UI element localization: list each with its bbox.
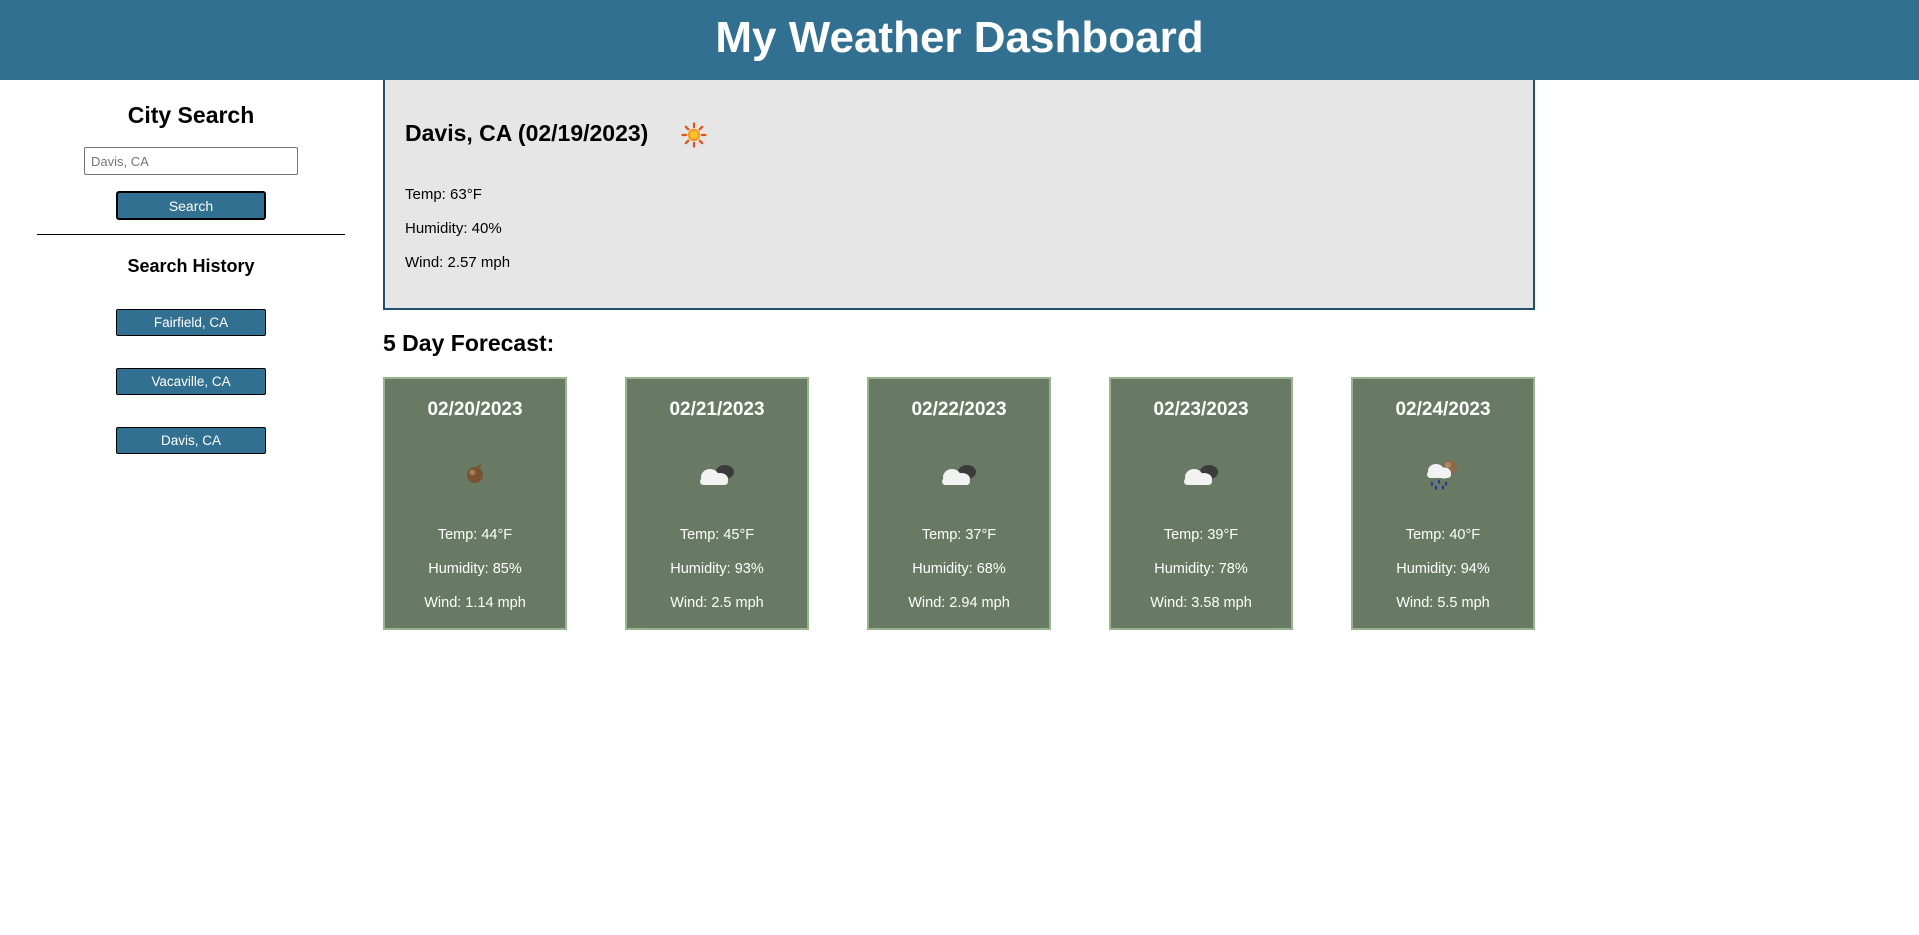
current-humidity: Humidity: 40%: [405, 220, 502, 237]
sun-icon: [681, 122, 707, 148]
city-search-input[interactable]: [84, 147, 298, 175]
forecast-date: 02/24/2023: [1395, 399, 1491, 420]
forecast-title: 5 Day Forecast:: [383, 330, 555, 356]
cloud-icon: [700, 465, 734, 485]
forecast-date: 02/21/2023: [669, 399, 765, 420]
forecast-date: 02/22/2023: [911, 399, 1007, 420]
forecast-card: 02/24/2023 Temp: 40°F Humidity: 94% Wind…: [1351, 377, 1535, 630]
history-button-davis[interactable]: Davis, CA: [116, 427, 266, 454]
current-city-date: Davis, CA (02/19/2023): [405, 120, 649, 146]
forecast-humidity: Humidity: 68%: [912, 561, 1006, 577]
sidebar-divider: [37, 234, 345, 235]
search-button[interactable]: Search: [116, 191, 266, 220]
forecast-wind: Wind: 2.94 mph: [908, 595, 1010, 611]
history-button-vacaville[interactable]: Vacaville, CA: [116, 368, 266, 395]
page-title: My Weather Dashboard: [715, 13, 1204, 62]
forecast-card: 02/22/2023 Temp: 37°F Humidity: 68% Wind…: [867, 377, 1051, 630]
forecast-humidity: Humidity: 93%: [670, 561, 764, 577]
forecast-temp: Temp: 37°F: [921, 527, 997, 543]
history-button-fairfield[interactable]: Fairfield, CA: [116, 309, 266, 336]
forecast-card: 02/21/2023 Temp: 45°F Humidity: 93% Wind…: [625, 377, 809, 630]
forecast-temp: Temp: 44°F: [437, 527, 513, 543]
forecast-temp: Temp: 45°F: [679, 527, 755, 543]
forecast-temp: Temp: 39°F: [1163, 527, 1239, 543]
current-wind: Wind: 2.57 mph: [405, 254, 511, 271]
forecast-humidity: Humidity: 85%: [428, 561, 522, 577]
current-weather-panel: Davis, CA (02/19/2023) Temp: 63°F Humidi…: [383, 80, 1535, 310]
forecast-humidity: Humidity: 94%: [1396, 561, 1490, 577]
forecast-card: 02/23/2023 Temp: 39°F Humidity: 78% Wind…: [1109, 377, 1293, 630]
forecast-date: 02/23/2023: [1153, 399, 1249, 420]
forecast-date: 02/20/2023: [427, 399, 523, 420]
forecast-wind: Wind: 2.5 mph: [670, 595, 764, 611]
forecast-card: 02/20/2023 Temp: 44°F Humidity: 85% Wind…: [383, 377, 567, 630]
forecast-humidity: Humidity: 78%: [1154, 561, 1248, 577]
cloud-icon: [942, 465, 976, 485]
search-history-title: Search History: [127, 256, 255, 276]
forecast-wind: Wind: 3.58 mph: [1150, 595, 1252, 611]
page-header: My Weather Dashboard: [0, 0, 1919, 80]
city-search-title: City Search: [127, 102, 255, 128]
cloud-icon: [1184, 465, 1218, 485]
rain-cloud-icon: [1427, 460, 1457, 490]
forecast-temp: Temp: 40°F: [1405, 527, 1481, 543]
current-temp: Temp: 63°F: [405, 186, 482, 203]
brown-orb-icon: [467, 464, 483, 483]
forecast-wind: Wind: 5.5 mph: [1396, 595, 1490, 611]
forecast-wind: Wind: 1.14 mph: [424, 595, 526, 611]
